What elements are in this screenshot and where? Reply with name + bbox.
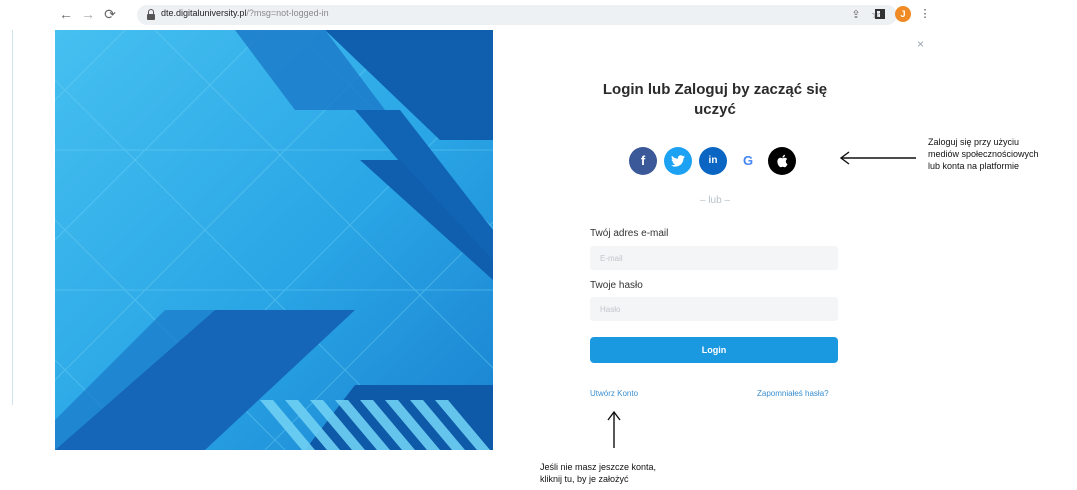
create-annotation-line: kliknij tu, by je założyć <box>540 474 629 484</box>
create-account-annotation: Jeśli nie masz jeszcze konta, kliknij tu… <box>540 461 656 485</box>
login-title: Login lub Zaloguj by zacząć się uczyć <box>602 81 828 118</box>
social-annotation-line: mediów społecznościowych <box>928 149 1039 159</box>
password-label: Twoje hasło <box>590 280 643 291</box>
apple-icon[interactable] <box>768 147 796 175</box>
annotation-arrow-left <box>839 151 916 165</box>
email-label: Twój adres e-mail <box>590 228 669 239</box>
menu-kebab-icon[interactable]: ⋮ <box>917 6 933 22</box>
address-bar[interactable]: dte.digitaluniversity.pl/?msg=not-logged… <box>137 5 897 25</box>
close-icon[interactable]: × <box>917 37 924 51</box>
profile-avatar[interactable]: J <box>895 6 911 22</box>
forgot-password-link[interactable]: Zapomniałeś hasła? <box>757 389 829 398</box>
create-annotation-line: Jeśli nie masz jeszcze konta, <box>540 462 657 472</box>
twitter-icon[interactable] <box>664 147 692 175</box>
back-icon[interactable]: ← <box>57 5 75 23</box>
side-panel-icon[interactable] <box>875 9 885 19</box>
social-annotation-line: Zaloguj się przy użyciu <box>928 137 1020 147</box>
lock-icon[interactable] <box>147 9 155 20</box>
or-separator: – lub – <box>699 195 731 206</box>
linkedin-icon[interactable]: in <box>699 147 727 175</box>
share-icon[interactable]: ⇪ <box>849 8 863 22</box>
password-field[interactable] <box>590 297 838 321</box>
browser-toolbar: ← → ⟳ dte.digitaluniversity.pl/?msg=not-… <box>55 0 935 30</box>
page-edge-divider <box>12 30 13 405</box>
create-account-link[interactable]: Utwórz Konto <box>590 389 638 398</box>
facebook-icon[interactable]: f <box>629 147 657 175</box>
google-icon[interactable]: G <box>734 147 762 175</box>
email-field[interactable] <box>590 246 838 270</box>
url-text: dte.digitaluniversity.pl/?msg=not-logged… <box>161 8 329 18</box>
social-annotation: Zaloguj się przy użyciu mediów społeczno… <box>928 136 1039 172</box>
annotation-arrow-up <box>607 410 621 448</box>
forward-icon[interactable]: → <box>79 5 97 23</box>
reload-icon[interactable]: ⟳ <box>101 5 119 23</box>
login-button[interactable]: Login <box>590 337 838 363</box>
social-annotation-line: lub konta na platformie <box>928 161 1020 171</box>
hero-image <box>55 30 493 450</box>
